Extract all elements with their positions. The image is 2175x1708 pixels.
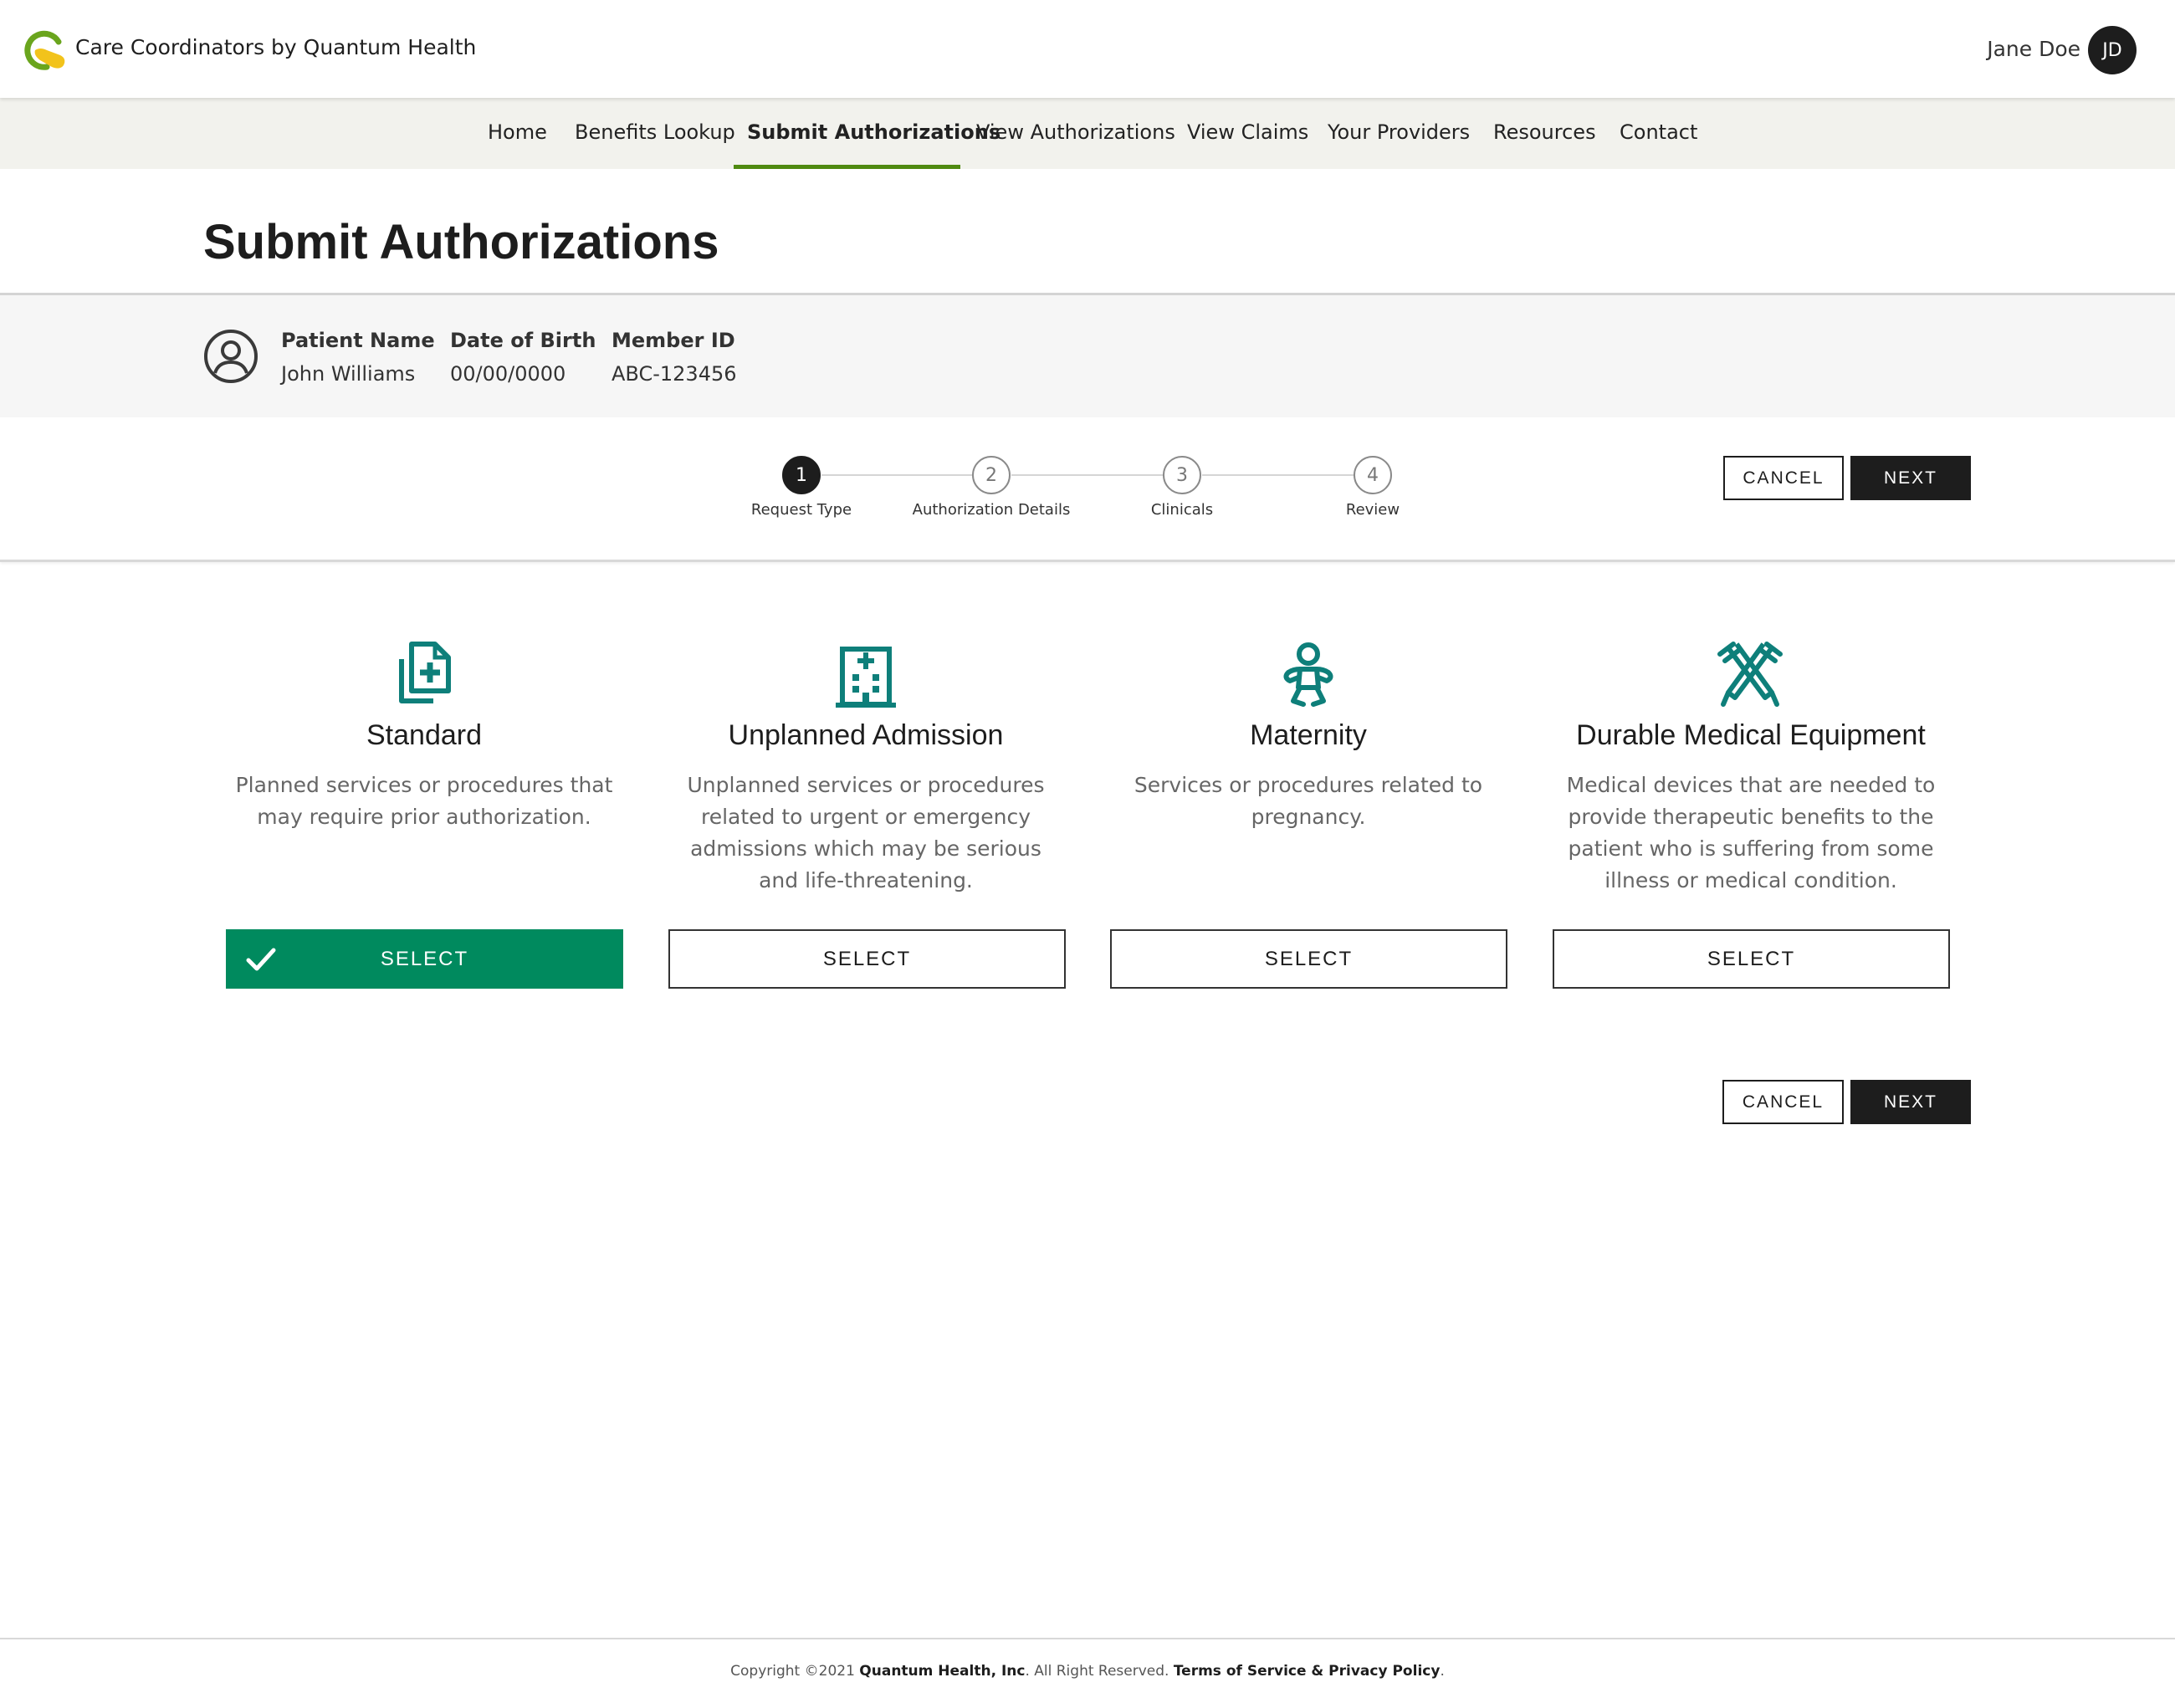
nav-home[interactable]: Home (488, 120, 547, 144)
cancel-button-top[interactable]: CANCEL (1723, 456, 1844, 500)
unplanned-admission-title: Unplanned Admission (728, 719, 1004, 751)
company-name: Quantum Health, Inc (859, 1663, 1026, 1680)
member-id-label: Member ID (612, 329, 735, 352)
step-3-label: Clinicals (1150, 501, 1214, 519)
nav-view-authorizations[interactable]: View Authorizations (976, 120, 1175, 144)
page-title: Submit Authorizations (203, 215, 719, 269)
date-of-birth-field: Date of Birth 00/00/0000 (450, 329, 596, 386)
date-of-birth-value: 00/00/0000 (450, 362, 566, 386)
step-1-indicator[interactable]: 1 (782, 456, 821, 494)
step-connector (1011, 474, 1163, 476)
select-standard-button[interactable]: SELECT (226, 929, 623, 989)
user-profile-icon (204, 330, 258, 383)
step-connector (1202, 474, 1354, 476)
unplanned-admission-description: Unplanned services or procedures related… (687, 773, 1045, 892)
dme-description: Medical devices that are needed to provi… (1566, 773, 1936, 892)
step-connector (821, 474, 972, 476)
standard-description: Planned services or procedures that may … (235, 773, 613, 829)
nav-contact[interactable]: Contact (1620, 120, 1697, 144)
step-2-indicator[interactable]: 2 (972, 456, 1011, 494)
step-4-label: Review (1345, 501, 1400, 519)
date-of-birth-label: Date of Birth (450, 329, 596, 352)
maternity-description: Services or procedures related to pregna… (1134, 773, 1483, 829)
dme-title: Durable Medical Equipment (1576, 719, 1926, 751)
step-1-label: Request Type (750, 501, 852, 519)
copyright-prefix: Copyright ©2021 (730, 1663, 860, 1680)
member-id-value: ABC-123456 (612, 362, 737, 386)
nav-resources[interactable]: Resources (1493, 120, 1596, 144)
quantum-health-logo[interactable] (22, 30, 69, 70)
copyright-suffix: . (1440, 1663, 1445, 1680)
maternity-title: Maternity (1250, 719, 1367, 751)
next-button-bottom[interactable]: NEXT (1850, 1080, 1971, 1124)
step-3-indicator[interactable]: 3 (1163, 456, 1201, 494)
crutches-icon (1717, 642, 1783, 707)
patient-name-value: John Williams (281, 362, 416, 386)
step-4-indicator[interactable]: 4 (1354, 456, 1392, 494)
select-dme-button[interactable]: SELECT (1553, 929, 1950, 989)
patient-name-label: Patient Name (281, 329, 435, 352)
terms-privacy-link[interactable]: Terms of Service & Privacy Policy (1174, 1663, 1441, 1680)
baby-icon (1283, 642, 1333, 707)
user-avatar[interactable]: JD (2088, 26, 2137, 74)
user-name[interactable]: Jane Doe (1987, 37, 2080, 61)
next-button-top[interactable]: NEXT (1850, 456, 1971, 500)
copyright-middle: . All Right Reserved. (1025, 1663, 1174, 1680)
hospital-icon (836, 647, 896, 708)
nav-your-providers[interactable]: Your Providers (1328, 120, 1470, 144)
patient-name-field: Patient Name John Williams (281, 329, 435, 386)
cancel-button-bottom[interactable]: CANCEL (1722, 1080, 1844, 1124)
select-standard-label: SELECT (380, 947, 469, 970)
footer-divider (0, 1638, 2175, 1639)
brand-name[interactable]: Care Coordinators by Quantum Health (75, 35, 476, 59)
select-maternity-button[interactable]: SELECT (1110, 929, 1507, 989)
main-navigation: Home Benefits Lookup Submit Authorizatio… (0, 98, 2175, 169)
standard-title: Standard (366, 719, 482, 751)
stepper-section: 1 2 3 4 Request Type Authorization Detai… (0, 417, 2175, 562)
document-plus-icon (399, 642, 451, 703)
member-id-field: Member ID ABC-123456 (612, 329, 737, 386)
active-nav-indicator (734, 165, 960, 169)
footer-copyright: Copyright ©2021 Quantum Health, Inc. All… (0, 1663, 2175, 1680)
select-unplanned-admission-button[interactable]: SELECT (668, 929, 1066, 989)
nav-submit-authorizations[interactable]: Submit Authorizations (747, 120, 1000, 144)
nav-benefits-lookup[interactable]: Benefits Lookup (575, 120, 735, 144)
checkmark-icon (246, 948, 276, 971)
nav-view-claims[interactable]: View Claims (1187, 120, 1308, 144)
top-header: Care Coordinators by Quantum Health Jane… (0, 0, 2175, 98)
patient-info-bar: Patient Name John Williams Date of Birth… (0, 295, 2175, 417)
step-2-label: Authorization Details (912, 501, 1071, 519)
